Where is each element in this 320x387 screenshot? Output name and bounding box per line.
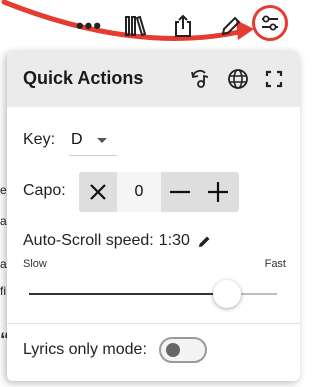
capo-value: 0 — [117, 172, 161, 212]
more-options-button[interactable]: ••• — [76, 8, 102, 44]
autoscroll-speed-slider[interactable] — [29, 280, 277, 308]
language-button[interactable] — [226, 67, 250, 91]
share-icon — [175, 14, 191, 37]
capo-stepper: 0 — [79, 172, 239, 212]
more-horizontal-icon: ••• — [75, 13, 103, 38]
globe-icon — [228, 69, 248, 89]
transpose-icon — [191, 69, 209, 88]
share-button[interactable] — [170, 8, 196, 44]
capo-label: Capo: — [23, 182, 66, 199]
divider — [7, 323, 300, 324]
capo-decrement-button[interactable] — [161, 172, 199, 212]
lyrics-only-toggle[interactable] — [158, 337, 207, 363]
autoscroll-speed-value: 1:30 — [158, 232, 190, 249]
pencil-icon — [198, 236, 210, 247]
settings-sliders-icon — [262, 15, 278, 31]
background-text-fragment: e — [0, 183, 7, 197]
library-button[interactable] — [122, 8, 148, 44]
fullscreen-button[interactable] — [262, 67, 286, 91]
capo-increment-button[interactable] — [199, 172, 237, 212]
edit-button[interactable] — [218, 8, 244, 44]
key-label: Key: — [23, 131, 56, 148]
panel-header: Quick Actions — [7, 51, 300, 107]
key-select[interactable]: D — [69, 125, 117, 156]
key-value: D — [71, 131, 83, 148]
panel-title: Quick Actions — [23, 68, 144, 88]
plus-icon — [208, 182, 228, 202]
quick-actions-panel: Quick Actions Key: D Capo: 0 Auto-Scroll… — [7, 51, 300, 381]
toggle-knob — [165, 343, 180, 357]
transpose-button[interactable] — [189, 67, 213, 91]
quick-actions-settings-button[interactable] — [252, 5, 288, 41]
autoscroll-label: Auto-Scroll speed: — [23, 232, 154, 249]
slider-min-label: Slow — [23, 258, 47, 270]
background-text-fragment: fi — [0, 284, 6, 298]
autoscroll-speed-row: Auto-Scroll speed: 1:30 — [23, 232, 211, 250]
fullscreen-icon — [265, 70, 283, 88]
lyrics-only-label: Lyrics only mode: — [23, 341, 147, 358]
capo-reset-button[interactable] — [79, 172, 117, 212]
slider-fill — [29, 293, 228, 295]
slider-thumb[interactable] — [213, 280, 242, 308]
edit-speed-button[interactable] — [198, 235, 211, 248]
close-icon — [90, 184, 106, 200]
background-text-fragment: a — [0, 257, 7, 271]
lyrics-only-row: Lyrics only mode: — [23, 337, 207, 363]
chevron-down-icon — [96, 137, 107, 143]
pencil-icon — [221, 16, 241, 36]
minus-icon — [170, 190, 190, 194]
slider-max-label: Fast — [264, 258, 286, 270]
library-icon — [125, 15, 146, 37]
